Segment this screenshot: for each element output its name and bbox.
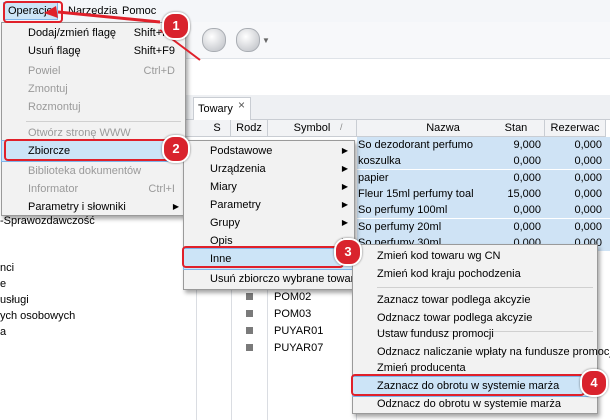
highlight-box bbox=[4, 139, 184, 161]
highlight-box bbox=[351, 374, 585, 396]
annotation-arrow bbox=[44, 6, 201, 61]
step-badge-4: 4 bbox=[580, 369, 608, 397]
step-badge-1: 1 bbox=[162, 12, 190, 40]
highlight-box bbox=[3, 1, 63, 23]
step-badge-3: 3 bbox=[334, 238, 362, 266]
step-badge-2: 2 bbox=[162, 135, 190, 163]
highlight-box bbox=[182, 246, 344, 268]
